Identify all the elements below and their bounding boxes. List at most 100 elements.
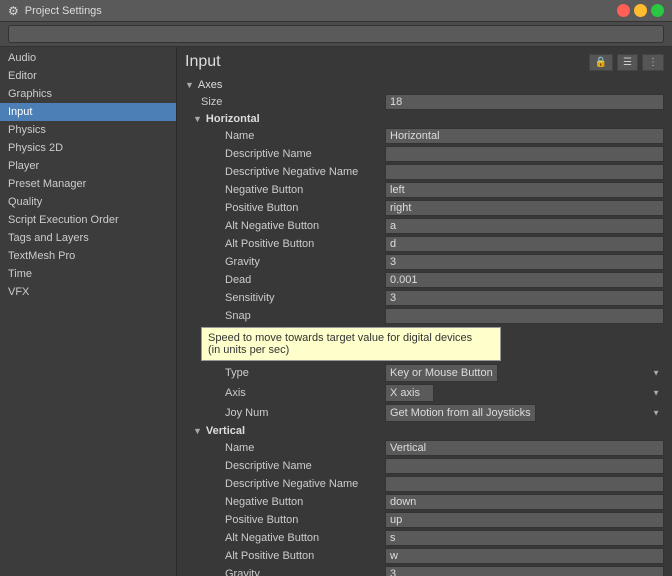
h-name-input[interactable]: [385, 128, 664, 144]
content-area: Input 🔒 ☰ ⋮ ▼ Axes Size ▼ Horizontal Nam…: [177, 47, 672, 576]
sidebar-item-player[interactable]: Player: [0, 157, 176, 175]
content-title: Input: [185, 53, 221, 71]
tooltip-line1: Speed to move towards target value for d…: [208, 332, 494, 344]
size-input[interactable]: [385, 94, 664, 110]
h-negative-button-input[interactable]: [385, 182, 664, 198]
h-joy-num-select-wrapper: Get Motion from all Joysticks Joystick 1…: [385, 404, 664, 422]
sidebar-item-physics[interactable]: Physics: [0, 121, 176, 139]
v-descriptive-negative-name-row: Descriptive Negative Name: [185, 475, 664, 493]
sidebar-item-textmesh-pro[interactable]: TextMesh Pro: [0, 247, 176, 265]
v-positive-button-label: Positive Button: [185, 514, 385, 526]
size-label: Size: [185, 96, 385, 108]
window-icon: ⚙: [8, 4, 19, 18]
title-bar: ⚙ Project Settings: [0, 0, 672, 22]
layout-icon-button[interactable]: ☰: [617, 54, 638, 71]
h-descriptive-name-input[interactable]: [385, 146, 664, 162]
sidebar-item-quality[interactable]: Quality: [0, 193, 176, 211]
h-name-label: Name: [185, 130, 385, 142]
sidebar-item-editor[interactable]: Editor: [0, 67, 176, 85]
h-sensitivity-input[interactable]: [385, 290, 664, 306]
v-alt-positive-button-input[interactable]: [385, 548, 664, 564]
lock-icon-button[interactable]: 🔒: [589, 54, 613, 71]
v-descriptive-negative-name-input[interactable]: [385, 476, 664, 492]
size-row: Size: [185, 93, 664, 111]
v-name-label: Name: [185, 442, 385, 454]
header-icons: 🔒 ☰ ⋮: [589, 54, 664, 71]
h-dead-row: Dead: [185, 271, 664, 289]
v-descriptive-name-label: Descriptive Name: [185, 460, 385, 472]
horizontal-triangle-icon[interactable]: ▼: [193, 114, 202, 124]
content-header: Input 🔒 ☰ ⋮: [185, 53, 664, 71]
h-negative-button-row: Negative Button: [185, 181, 664, 199]
sidebar-item-time[interactable]: Time: [0, 265, 176, 283]
h-positive-button-label: Positive Button: [185, 202, 385, 214]
v-alt-positive-button-label: Alt Positive Button: [185, 550, 385, 562]
v-name-input[interactable]: [385, 440, 664, 456]
v-positive-button-input[interactable]: [385, 512, 664, 528]
v-gravity-row: Gravity: [185, 565, 664, 576]
sidebar-item-audio[interactable]: Audio: [0, 49, 176, 67]
h-snap-label: Snap: [185, 310, 385, 322]
tooltip-box: Speed to move towards target value for d…: [201, 327, 501, 361]
sidebar-item-script-execution-order[interactable]: Script Execution Order: [0, 211, 176, 229]
h-type-label: Type: [185, 367, 385, 379]
sidebar-item-input[interactable]: Input: [0, 103, 176, 121]
h-snap-input[interactable]: [385, 308, 664, 324]
h-type-row: Type Key or Mouse Button Mouse Movement …: [185, 363, 664, 383]
h-alt-negative-button-label: Alt Negative Button: [185, 220, 385, 232]
h-descriptive-negative-name-label: Descriptive Negative Name: [185, 166, 385, 178]
h-descriptive-negative-name-input[interactable]: [385, 164, 664, 180]
h-joy-num-row: Joy Num Get Motion from all Joysticks Jo…: [185, 403, 664, 423]
window-controls[interactable]: [617, 4, 664, 17]
v-descriptive-negative-name-label: Descriptive Negative Name: [185, 478, 385, 490]
h-type-select-wrapper: Key or Mouse Button Mouse Movement Joyst…: [385, 364, 664, 382]
h-alt-positive-button-row: Alt Positive Button: [185, 235, 664, 253]
h-snap-row: Snap: [185, 307, 664, 325]
h-dead-input[interactable]: [385, 272, 664, 288]
h-negative-button-label: Negative Button: [185, 184, 385, 196]
h-joy-num-select[interactable]: Get Motion from all Joysticks Joystick 1…: [385, 404, 536, 422]
sidebar-item-preset-manager[interactable]: Preset Manager: [0, 175, 176, 193]
v-positive-button-row: Positive Button: [185, 511, 664, 529]
v-alt-negative-button-label: Alt Negative Button: [185, 532, 385, 544]
h-gravity-label: Gravity: [185, 256, 385, 268]
vertical-triangle-icon[interactable]: ▼: [193, 426, 202, 436]
horizontal-label: Horizontal: [206, 113, 260, 125]
v-descriptive-name-input[interactable]: [385, 458, 664, 474]
h-alt-positive-button-input[interactable]: [385, 236, 664, 252]
h-descriptive-name-row: Descriptive Name: [185, 145, 664, 163]
v-alt-negative-button-input[interactable]: [385, 530, 664, 546]
sidebar-item-tags-and-layers[interactable]: Tags and Layers: [0, 229, 176, 247]
axes-triangle-icon[interactable]: ▼: [185, 80, 194, 90]
h-alt-negative-button-input[interactable]: [385, 218, 664, 234]
v-negative-button-label: Negative Button: [185, 496, 385, 508]
main-layout: Audio Editor Graphics Input Physics Phys…: [0, 47, 672, 576]
sidebar: Audio Editor Graphics Input Physics Phys…: [0, 47, 177, 576]
h-type-select[interactable]: Key or Mouse Button Mouse Movement Joyst…: [385, 364, 498, 382]
more-icon-button[interactable]: ⋮: [642, 54, 664, 71]
maximize-button[interactable]: [651, 4, 664, 17]
sidebar-item-physics2d[interactable]: Physics 2D: [0, 139, 176, 157]
sidebar-item-vfx[interactable]: VFX: [0, 283, 176, 301]
h-gravity-row: Gravity: [185, 253, 664, 271]
v-negative-button-input[interactable]: [385, 494, 664, 510]
h-axis-label: Axis: [185, 387, 385, 399]
axes-label: Axes: [198, 79, 222, 91]
h-axis-select-wrapper: X axis Y axis 3rd axis: [385, 384, 664, 402]
tooltip-line2: (in units per sec): [208, 344, 494, 356]
h-sensitivity-label: Sensitivity: [185, 292, 385, 304]
h-alt-negative-button-row: Alt Negative Button: [185, 217, 664, 235]
h-name-row: Name: [185, 127, 664, 145]
v-descriptive-name-row: Descriptive Name: [185, 457, 664, 475]
close-button[interactable]: [617, 4, 630, 17]
window-title: Project Settings: [25, 5, 611, 17]
sidebar-item-graphics[interactable]: Graphics: [0, 85, 176, 103]
v-alt-positive-button-row: Alt Positive Button: [185, 547, 664, 565]
h-axis-select[interactable]: X axis Y axis 3rd axis: [385, 384, 434, 402]
h-descriptive-negative-name-row: Descriptive Negative Name: [185, 163, 664, 181]
h-positive-button-input[interactable]: [385, 200, 664, 216]
h-gravity-input[interactable]: [385, 254, 664, 270]
search-input[interactable]: [8, 25, 664, 43]
h-positive-button-row: Positive Button: [185, 199, 664, 217]
minimize-button[interactable]: [634, 4, 647, 17]
